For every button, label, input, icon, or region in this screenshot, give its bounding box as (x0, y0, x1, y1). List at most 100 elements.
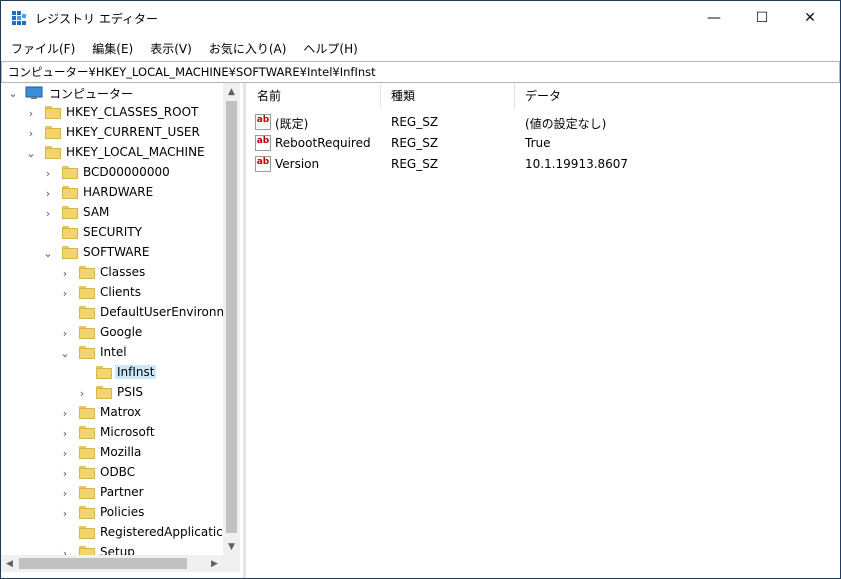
tree-item[interactable]: › Clients (1, 283, 223, 303)
tree-item[interactable]: › HKEY_CURRENT_USER (1, 123, 223, 143)
value-name: (既定) (275, 117, 309, 131)
tree-horizontal-scrollbar[interactable]: ◀ ▶ (1, 555, 223, 572)
chevron-right-icon[interactable]: › (59, 543, 71, 556)
menu-favorites[interactable]: お気に入り(A) (199, 37, 294, 59)
value-data: (値の設定なし) (525, 117, 607, 131)
close-button[interactable]: ✕ (787, 1, 833, 35)
chevron-down-icon[interactable]: ⌄ (7, 83, 19, 103)
folder-icon (79, 486, 95, 499)
string-value-icon: ab (255, 135, 271, 151)
chevron-down-icon[interactable]: ⌄ (42, 243, 54, 263)
tree-item[interactable]: InfInst (1, 363, 223, 383)
tree-item[interactable]: SECURITY (1, 223, 223, 243)
menu-view[interactable]: 表示(V) (140, 37, 199, 59)
tree-label: HKEY_LOCAL_MACHINE (66, 145, 205, 159)
address-bar[interactable]: コンピューター¥HKEY_LOCAL_MACHINE¥SOFTWARE¥Inte… (1, 61, 840, 83)
chevron-right-icon[interactable]: › (59, 443, 71, 463)
chevron-right-icon[interactable]: › (25, 103, 37, 123)
key-tree-pane: ⌄ コンピューター › HKEY_CLASSES_ROOT › HKEY_CURREN… (1, 83, 243, 578)
computer-icon (25, 86, 43, 99)
tree-item[interactable]: › Mozilla (1, 443, 223, 463)
tree-label: Clients (100, 285, 141, 299)
column-header-type[interactable]: 種類 (381, 83, 515, 109)
tree-label: SAM (83, 205, 110, 219)
tree-item[interactable]: › Partner (1, 483, 223, 503)
column-header-data[interactable]: データ (515, 83, 840, 109)
scroll-down-icon[interactable]: ▼ (223, 538, 240, 555)
menu-help[interactable]: ヘルプ(H) (293, 37, 364, 59)
tree-root[interactable]: ⌄ コンピューター (1, 83, 223, 103)
menu-edit[interactable]: 編集(E) (82, 37, 140, 59)
minimize-button[interactable]: — (691, 1, 737, 35)
folder-icon (96, 386, 112, 399)
tree-label: HKEY_CURRENT_USER (66, 125, 200, 139)
chevron-right-icon[interactable]: › (59, 403, 71, 423)
chevron-right-icon[interactable]: › (59, 503, 71, 523)
scroll-up-icon[interactable]: ▲ (223, 83, 240, 100)
folder-icon (79, 506, 95, 519)
folder-icon (62, 186, 78, 199)
value-row[interactable]: ab Version REG_SZ 10.1.19913.8607 (247, 154, 840, 175)
folder-icon (45, 126, 61, 139)
chevron-down-icon[interactable]: ⌄ (59, 343, 71, 363)
tree-item[interactable]: › HARDWARE (1, 183, 223, 203)
chevron-right-icon[interactable]: › (59, 423, 71, 443)
tree-vertical-scrollbar[interactable]: ▲ ▼ (223, 83, 240, 555)
window-title: レジストリ エディター (35, 12, 158, 26)
tree-item[interactable]: › Matrox (1, 403, 223, 423)
tree-label: コンピューター (49, 87, 134, 101)
tree-item[interactable]: › Setup (1, 543, 223, 555)
tree-label: HARDWARE (83, 185, 154, 199)
folder-icon (62, 166, 78, 179)
title-bar[interactable]: レジストリ エディター — ☐ ✕ (1, 1, 840, 35)
tree-item[interactable]: ⌄ HKEY_LOCAL_MACHINE (1, 143, 223, 163)
tree-item[interactable]: › BCD00000000 (1, 163, 223, 183)
value-name: RebootRequired (275, 136, 371, 150)
tree-item[interactable]: › Classes (1, 263, 223, 283)
tree-label: Intel (100, 345, 127, 359)
chevron-right-icon[interactable]: › (42, 203, 54, 223)
tree-item[interactable]: › ODBC (1, 463, 223, 483)
pane-splitter[interactable] (243, 83, 246, 578)
tree-item[interactable]: › Google (1, 323, 223, 343)
scroll-corner (223, 555, 240, 572)
menu-file[interactable]: ファイル(F) (1, 37, 82, 59)
tree-item[interactable]: › SAM (1, 203, 223, 223)
maximize-button[interactable]: ☐ (739, 1, 785, 35)
chevron-right-icon[interactable]: › (59, 483, 71, 503)
scroll-thumb[interactable] (19, 558, 187, 569)
scroll-right-icon[interactable]: ▶ (206, 555, 223, 572)
tree-item[interactable]: ⌄ SOFTWARE (1, 243, 223, 263)
value-data: 10.1.19913.8607 (525, 157, 629, 171)
chevron-right-icon[interactable]: › (59, 463, 71, 483)
folder-icon (62, 226, 78, 239)
chevron-right-icon[interactable]: › (59, 283, 71, 303)
tree-item[interactable]: › Microsoft (1, 423, 223, 443)
string-value-icon: ab (255, 114, 271, 130)
chevron-right-icon[interactable]: › (42, 163, 54, 183)
tree-label: Matrox (100, 405, 142, 419)
regedit-app-icon (12, 11, 27, 25)
folder-icon (96, 366, 112, 379)
chevron-right-icon[interactable]: › (76, 383, 88, 403)
value-row[interactable]: ab RebootRequired REG_SZ True (247, 133, 840, 154)
tree-item[interactable]: DefaultUserEnvironn (1, 303, 223, 323)
chevron-right-icon[interactable]: › (59, 263, 71, 283)
tree-item[interactable]: › PSIS (1, 383, 223, 403)
tree-item[interactable]: › Policies (1, 503, 223, 523)
maximize-icon: ☐ (755, 10, 769, 26)
column-header-name[interactable]: 名前 (247, 83, 381, 109)
tree-item[interactable]: › HKEY_CLASSES_ROOT (1, 103, 223, 123)
tree-item[interactable]: ⌄ Intel (1, 343, 223, 363)
value-row[interactable]: ab (既定) REG_SZ (値の設定なし) (247, 112, 840, 133)
chevron-right-icon[interactable]: › (42, 183, 54, 203)
scroll-left-icon[interactable]: ◀ (1, 555, 18, 572)
folder-icon (62, 206, 78, 219)
chevron-right-icon[interactable]: › (25, 123, 37, 143)
chevron-right-icon[interactable]: › (59, 323, 71, 343)
chevron-down-icon[interactable]: ⌄ (25, 143, 37, 163)
address-path: コンピューター¥HKEY_LOCAL_MACHINE¥SOFTWARE¥Inte… (8, 65, 376, 79)
tree-item[interactable]: RegisteredApplicatic (1, 523, 223, 543)
tree-label: Google (100, 325, 143, 339)
scroll-thumb[interactable] (226, 101, 237, 533)
